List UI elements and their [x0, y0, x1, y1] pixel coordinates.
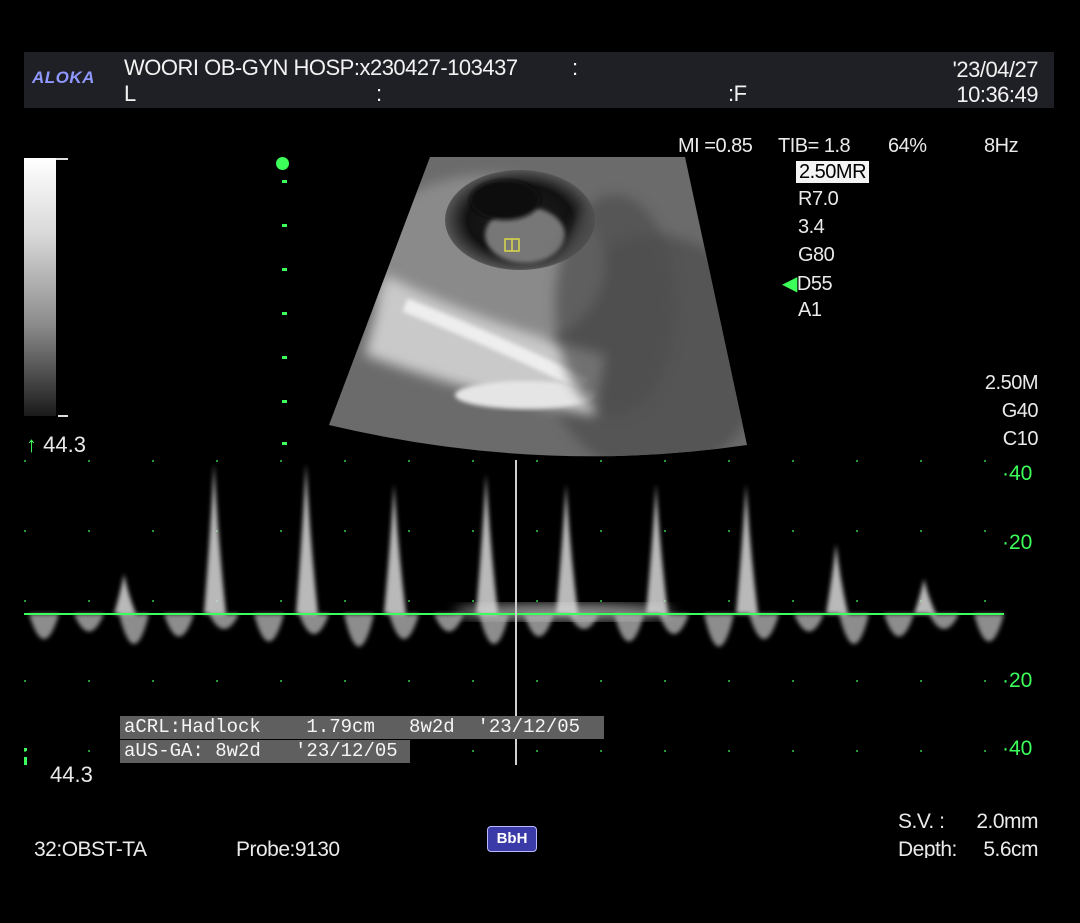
hospital-id: WOORI OB-GYN HOSP:x230427-103437: [124, 55, 518, 80]
sv-value: 2.0mm: [976, 810, 1038, 833]
frame-rate: 8Hz: [984, 135, 1019, 157]
scale-label-20-bottom: ·20: [1002, 669, 1033, 692]
power-value: 64%: [888, 135, 927, 157]
doppler-frequency: 2.50M: [984, 372, 1039, 394]
frequency-selected: 2.50MR: [796, 161, 870, 183]
doppler-gain: G40: [1001, 400, 1039, 422]
bottom-letterbox: [0, 858, 1080, 923]
crl-measurement: aCRL:Hadlock 1.79cm 8w2d '23/12/05: [120, 716, 604, 739]
velocity-bottom: 44.3: [50, 762, 93, 787]
exam-date: '23/04/27: [952, 57, 1039, 82]
depth-focus-dot: [276, 157, 289, 170]
scale-label-20-top: ·20: [1002, 531, 1033, 554]
exam-time: 10:36:49: [956, 82, 1038, 107]
scale-label-40-top: ·40: [1002, 462, 1033, 485]
bmode-image[interactable]: [325, 155, 750, 465]
side-label: L: [124, 81, 136, 106]
grayscale-tick: [58, 415, 68, 417]
grayscale-bar: [24, 158, 56, 416]
header-colon-2: :: [376, 81, 382, 106]
scale-label-40-bottom: ·40: [1002, 737, 1033, 760]
aloka-logo: ALOKA: [32, 68, 95, 87]
velocity-top: ↑ 44.3: [26, 432, 86, 458]
focus-marker-icon: ◀: [782, 273, 797, 295]
param-value: 3.4: [798, 216, 825, 238]
sv-label: S.V. :: [898, 810, 945, 833]
param-range: R7.0: [798, 188, 839, 210]
param-dynamic: ◀D55: [782, 271, 833, 296]
tib-value: TIB= 1.8: [778, 135, 851, 157]
param-a: A1: [798, 299, 822, 321]
param-gain: G80: [798, 244, 835, 266]
info-header: ALOKA WOORI OB-GYN HOSP:x230427-103437 :…: [24, 52, 1054, 108]
grayscale-tick: [56, 158, 68, 160]
frequency-setting: 2.50MR: [796, 161, 870, 184]
doppler-c: C10: [1002, 428, 1039, 450]
param-dynamic-label: D55: [796, 273, 833, 295]
arrow-up-icon: ↑: [26, 432, 37, 457]
ga-measurement: aUS-GA: 8w2d '23/12/05: [120, 740, 410, 763]
sex-label: :F: [728, 81, 747, 106]
bbh-badge[interactable]: BbH: [487, 826, 537, 852]
velocity-top-value: 44.3: [43, 432, 86, 457]
velocity-bottom-marker: [24, 748, 28, 766]
depth-scale: [282, 180, 288, 450]
header-colon: :: [572, 55, 578, 80]
